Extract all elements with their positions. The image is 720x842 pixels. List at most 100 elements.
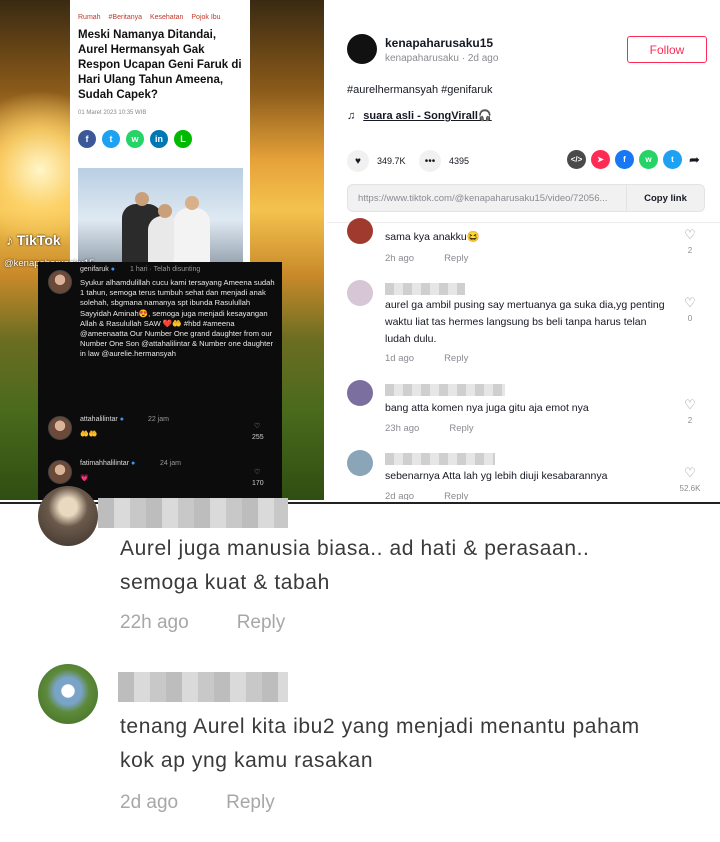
article-date: 01 Maret 2023 10:35 WIB	[78, 110, 147, 116]
blurred-username	[98, 498, 288, 528]
heart-icon[interactable]: ♥	[347, 150, 369, 172]
avatar	[48, 270, 72, 294]
comment-meta: 22h ago Reply	[120, 612, 285, 634]
comment-meta: 23h ago Reply	[385, 423, 474, 434]
instagram-comment-screenshot: genifaruk ● 1 hari · Telah disunting Syu…	[38, 262, 282, 500]
video-player[interactable]: Rumah #Beritanya Kesehatan Pojok Ibu Mes…	[0, 0, 324, 500]
comment-line: semoga kuat & tabah	[120, 571, 330, 594]
avatar[interactable]	[38, 664, 98, 724]
avatar[interactable]	[347, 280, 373, 306]
comment-like[interactable]: ♡ 52.6K	[678, 466, 702, 494]
ig-reply-text: 🤲🤲	[80, 431, 98, 438]
crumb-home: Rumah	[78, 14, 101, 21]
comment-text: sama kya anakku😆	[385, 231, 480, 243]
comment-count: 4395	[449, 156, 470, 166]
like-count: 349.7K	[377, 156, 406, 166]
reply-button[interactable]: Reply	[444, 491, 468, 500]
reply-button[interactable]: Reply	[444, 353, 468, 364]
reply-button[interactable]: Reply	[444, 253, 468, 264]
comment-meta: 2d ago Reply	[385, 491, 468, 500]
ig-reply-likes: 255	[252, 434, 264, 441]
copy-link-button[interactable]: Copy link	[626, 185, 704, 211]
person-head	[158, 204, 172, 218]
comment-text: tenang Aurel kita ibu2 yang menjadi mena…	[120, 710, 640, 778]
twitter-icon: t	[102, 130, 120, 148]
article-title: Meski Namanya Ditandai, Aurel Hermansyah…	[78, 29, 242, 101]
comment-icon[interactable]: •••	[419, 150, 441, 172]
comment-like-count: 2	[687, 416, 693, 425]
whatsapp-icon[interactable]: w	[639, 150, 658, 169]
article-photo	[78, 168, 243, 262]
comment-like[interactable]: ♡ 2	[678, 228, 702, 256]
ig-post-meta: 1 hari · Telah disunting	[130, 266, 201, 273]
heart-icon[interactable]: ♡	[678, 228, 702, 242]
comment-like-count: 52.6K	[679, 484, 701, 493]
comment-like-count: 2	[687, 246, 693, 255]
ig-post-user: genifaruk ●	[80, 266, 115, 273]
twitter-icon[interactable]: t	[663, 150, 682, 169]
avatar	[48, 460, 72, 484]
author-meta: kenapaharusaku · 2d ago	[385, 53, 499, 64]
video-hashtags[interactable]: #aurelhermansyah #genifaruk	[347, 84, 493, 96]
comment-meta: 2d ago Reply	[120, 792, 275, 814]
comment-meta: 1d ago Reply	[385, 353, 468, 364]
comment-text: bang atta komen nya juga gitu aja emot n…	[385, 402, 589, 414]
comment-time: 1d ago	[385, 353, 415, 364]
comment-time: 2d ago	[120, 792, 179, 813]
heart-icon[interactable]: ♡	[254, 468, 260, 476]
comment-time: 22h ago	[120, 612, 189, 633]
share-arrow-icon[interactable]: ➦	[689, 152, 700, 168]
avatar[interactable]	[347, 34, 377, 64]
linkedin-icon: in	[150, 130, 168, 148]
heart-icon[interactable]: ♡	[678, 398, 702, 412]
tiktok-watermark: ♪ TikTok	[6, 232, 61, 248]
facebook-icon: f	[78, 130, 96, 148]
embed-icon[interactable]: </>	[567, 150, 586, 169]
person-head	[135, 192, 149, 206]
follow-button[interactable]: Follow	[627, 36, 707, 63]
verified-icon: attahalilintar ●	[119, 416, 124, 423]
tiktok-note-icon: ♪	[6, 232, 13, 248]
ig-reply-likes: 170	[252, 480, 264, 487]
blurred-username	[385, 384, 505, 396]
facebook-icon[interactable]: f	[615, 150, 634, 169]
reply-button[interactable]: Reply	[449, 423, 473, 434]
comment-text: aurel ga ambil pusing say mertuanya ga s…	[385, 299, 665, 345]
comment-time: 23h ago	[385, 423, 420, 434]
author-username[interactable]: kenapaharusaku15	[385, 36, 493, 50]
line-icon: L	[174, 130, 192, 148]
crumb-pojok-ibu: Pojok Ibu	[191, 14, 221, 21]
music-link[interactable]: ♫ suara asli - SongVirall🎧	[347, 109, 492, 123]
avatar[interactable]	[38, 486, 98, 546]
comment-like[interactable]: ♡ 2	[678, 398, 702, 426]
heart-icon[interactable]: ♡	[678, 466, 702, 480]
avatar	[48, 416, 72, 440]
blurred-username	[385, 453, 495, 465]
comment-line: tenang Aurel kita ibu2 yang menjadi mena…	[120, 715, 640, 738]
ig-reply-text: 💗	[80, 475, 89, 482]
avatar[interactable]	[347, 450, 373, 476]
like-stat[interactable]: ♥ 349.7K	[347, 150, 406, 172]
comment-text: sebenarnya Atta lah yg lebih diuji kesab…	[385, 470, 608, 482]
avatar[interactable]	[347, 218, 373, 244]
tiktok-logo-text: TikTok	[16, 232, 61, 248]
song-title[interactable]: suara asli - SongVirall🎧	[363, 109, 491, 122]
share-row: </> ➤ f w t ➦	[567, 150, 700, 169]
article-share-row: f t w in L	[78, 130, 192, 148]
comment-meta: 2h ago Reply	[385, 253, 468, 264]
comment-time: 2d ago	[385, 491, 415, 500]
video-link-url[interactable]: https://www.tiktok.com/@kenapaharusaku15…	[348, 193, 626, 204]
avatar[interactable]	[347, 380, 373, 406]
copy-link-box: https://www.tiktok.com/@kenapaharusaku15…	[347, 184, 705, 212]
person-head	[185, 196, 199, 210]
heart-icon[interactable]: ♡	[254, 422, 260, 430]
music-note-icon: ♫	[347, 109, 356, 122]
send-icon[interactable]: ➤	[591, 150, 610, 169]
reply-button[interactable]: Reply	[237, 612, 286, 634]
reply-button[interactable]: Reply	[226, 792, 275, 814]
blurred-username	[118, 672, 288, 702]
crumb-kesehatan: Kesehatan	[149, 14, 184, 21]
heart-icon[interactable]: ♡	[678, 296, 702, 310]
comment-stat[interactable]: ••• 4395	[419, 150, 469, 172]
comment-like[interactable]: ♡ 0	[678, 296, 702, 324]
